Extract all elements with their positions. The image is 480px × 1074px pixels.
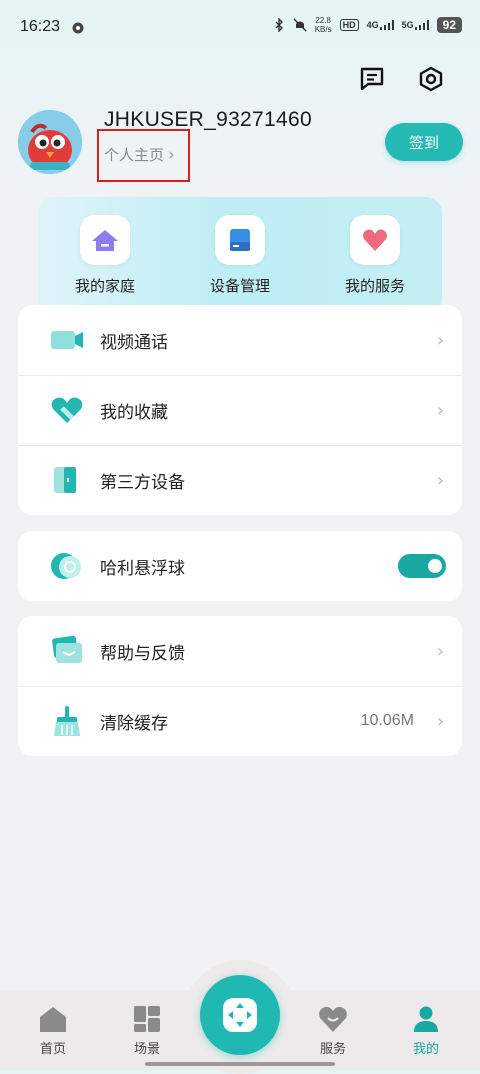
cache-size: 10.06M: [360, 712, 414, 729]
gesture-bar: [145, 1062, 335, 1066]
broom-icon: [54, 706, 80, 736]
menu-third-party-device[interactable]: 第三方设备 ›: [18, 445, 462, 515]
chevron-right-icon: ›: [436, 329, 444, 351]
quick-my-family[interactable]: 我的家庭: [55, 215, 155, 296]
menu-favorites[interactable]: 我的收藏 ›: [18, 375, 462, 445]
menu-help-feedback[interactable]: 帮助与反馈 ›: [18, 616, 462, 686]
menu-label: 视频通话: [100, 332, 168, 353]
quick-actions-panel: 我的家庭 设备管理 我的服务: [38, 197, 442, 315]
tab-service[interactable]: 服务: [303, 1004, 363, 1057]
quick-device-manage[interactable]: 设备管理: [190, 215, 290, 296]
floating-ball-icon: [51, 553, 81, 579]
tab-scene[interactable]: 场景: [117, 1004, 177, 1057]
signal-icon-1: [379, 20, 394, 30]
checkin-button[interactable]: 签到: [385, 123, 463, 161]
gamepad-cross-icon: [223, 998, 257, 1032]
bluetooth-icon: [275, 18, 283, 32]
menu-video-call[interactable]: 视频通话 ›: [18, 305, 462, 375]
status-indicators: 22.8 KB/s HD 4G 5G 92: [273, 16, 462, 34]
video-call-icon: [51, 331, 83, 349]
tab-label: 场景: [133, 1042, 160, 1057]
net-speed: 22.8: [315, 16, 331, 25]
tab-label: 我的: [412, 1042, 439, 1057]
menu-label: 哈利悬浮球: [100, 558, 185, 579]
quick-label: 我的服务: [344, 277, 405, 295]
net-speed-unit: KB/s: [314, 25, 332, 34]
avatar[interactable]: [18, 110, 82, 174]
status-time: 16:23: [20, 18, 61, 35]
network-4g: 4G: [366, 20, 379, 30]
tab-label: 服务: [319, 1042, 346, 1057]
menu-label: 清除缓存: [100, 713, 168, 734]
service-tab-icon: [318, 1004, 348, 1034]
center-control-button[interactable]: [200, 975, 280, 1055]
floating-ball-toggle[interactable]: [398, 554, 446, 578]
device-icon: [215, 215, 265, 265]
signal-icon-2: [414, 20, 429, 30]
home-tab-icon: [38, 1004, 68, 1034]
menu-card-1: 视频通话 › 我的收藏 › 第三方设备 ›: [18, 305, 462, 515]
quick-label: 设备管理: [209, 277, 270, 295]
menu-clear-cache[interactable]: 清除缓存 10.06M ›: [18, 686, 462, 756]
settings-hexagon-icon: [419, 66, 443, 92]
message-button[interactable]: [355, 62, 389, 96]
quick-label: 我的家庭: [74, 277, 135, 295]
chevron-right-icon: ›: [436, 399, 444, 421]
home-icon: [80, 215, 130, 265]
third-party-device-icon: [54, 467, 76, 493]
menu-card-3: 帮助与反馈 › 清除缓存 10.06M ›: [18, 616, 462, 756]
status-bar: 16:23 22.8 KB/s HD 4G 5G 92: [0, 0, 480, 56]
shield-status-icon: [72, 22, 84, 34]
quick-my-service[interactable]: 我的服务: [325, 215, 425, 296]
heart-icon: [350, 215, 400, 265]
menu-label: 帮助与反馈: [100, 643, 185, 664]
chevron-right-icon: ›: [436, 469, 444, 491]
tab-mine[interactable]: 我的: [396, 1004, 456, 1057]
menu-label: 第三方设备: [100, 472, 185, 493]
profile-tab-icon: [411, 1004, 441, 1034]
menu-card-2: 哈利悬浮球: [18, 531, 462, 601]
menu-label: 我的收藏: [100, 402, 168, 423]
highlight-box: [97, 129, 190, 182]
menu-floating-ball: 哈利悬浮球: [18, 531, 462, 601]
settings-button[interactable]: [414, 62, 448, 96]
network-5g: 5G: [401, 20, 414, 30]
message-square-icon: [360, 67, 384, 91]
chevron-right-icon: ›: [436, 640, 444, 662]
chevron-right-icon: ›: [436, 710, 444, 732]
battery-level: 92: [436, 17, 462, 33]
hd-badge: HD: [339, 19, 359, 31]
scene-tab-icon: [132, 1004, 162, 1034]
mute-bell-icon: [293, 18, 307, 32]
tab-home[interactable]: 首页: [23, 1004, 83, 1057]
help-feedback-icon: [52, 635, 82, 663]
bird-mascot-avatar: [18, 110, 82, 174]
favorite-heart-icon: [51, 397, 83, 423]
tab-label: 首页: [39, 1042, 66, 1057]
